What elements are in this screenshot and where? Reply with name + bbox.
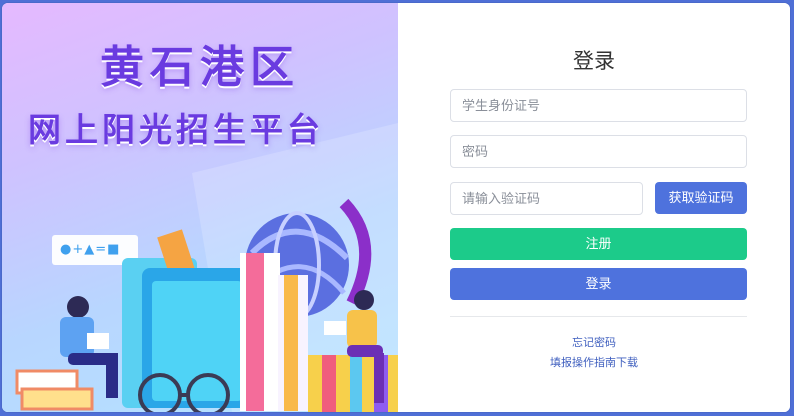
promo-banner: 黄石港区 网上阳光招生平台 ●+▲=■	[2, 3, 398, 412]
captcha-input[interactable]	[450, 182, 643, 215]
register-button[interactable]: 注册	[450, 228, 747, 260]
login-title: 登录	[573, 50, 615, 73]
guide-download-link[interactable]: 填报操作指南下载	[398, 354, 790, 370]
login-window: 黄石港区 网上阳光招生平台 ●+▲=■ 登录 获取验证码 注册 登录 忘记密码 …	[2, 3, 790, 412]
forgot-password-link[interactable]: 忘记密码	[398, 334, 790, 350]
password-input[interactable]	[450, 135, 747, 168]
banner-title-district: 黄石港区	[100, 42, 300, 93]
login-panel: 登录 获取验证码 注册 登录 忘记密码 填报操作指南下载	[398, 3, 790, 412]
formula-label: ●+▲=■	[60, 242, 121, 257]
banner-title-platform: 网上阳光招生平台	[28, 110, 324, 149]
student-id-input[interactable]	[450, 89, 747, 122]
get-code-button[interactable]: 获取验证码	[655, 182, 747, 214]
form-divider	[450, 316, 747, 317]
login-button[interactable]: 登录	[450, 268, 747, 300]
